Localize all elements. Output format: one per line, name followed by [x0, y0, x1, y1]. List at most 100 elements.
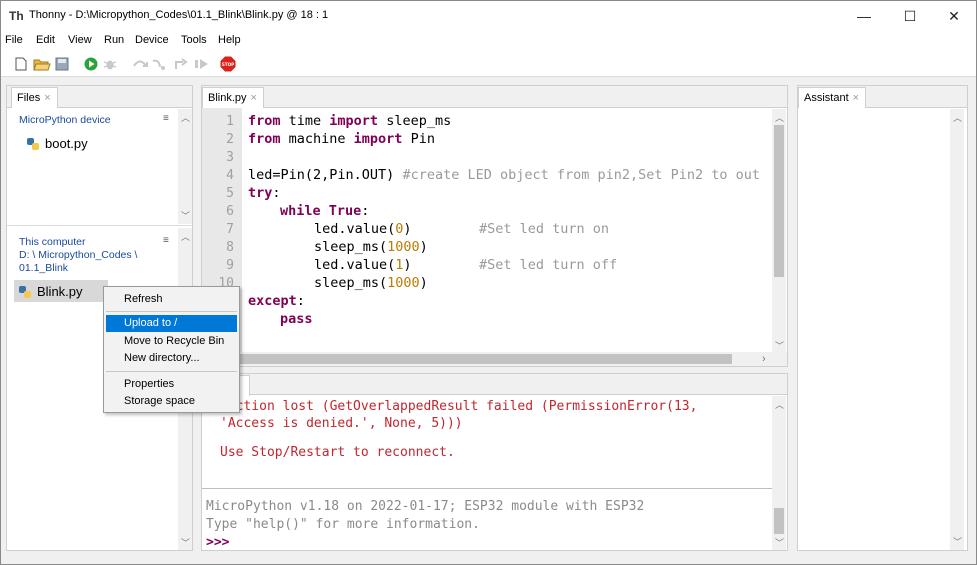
keyword: from: [248, 113, 281, 129]
editor-panel: Blink.py × 1 2 3 4 5 6 7 8 9 10 from time…: [201, 85, 788, 367]
menu-item-new-directory[interactable]: New directory...: [106, 350, 237, 367]
menu-item-upload[interactable]: Upload to /: [106, 315, 237, 332]
code-text: :: [361, 203, 370, 219]
code-line-9: led.value(1): [314, 257, 412, 273]
close-window-button[interactable]: ✕: [931, 1, 977, 31]
device-scrollbar[interactable]: ︿ ﹀: [178, 109, 192, 224]
menu-separator: [106, 311, 237, 312]
new-file-icon[interactable]: [14, 57, 28, 71]
code-line-8: sleep_ms(1000): [314, 239, 428, 255]
menu-item-storage-space[interactable]: Storage space: [106, 393, 237, 410]
save-icon[interactable]: [55, 57, 69, 71]
menu-edit[interactable]: Edit: [36, 34, 55, 46]
code-comment: #create LED object from pin2,Set Pin2 to…: [402, 167, 761, 183]
device-section-menu-icon[interactable]: ≡: [163, 113, 169, 124]
code-text: :: [272, 185, 281, 201]
files-tabstrip: Files ×: [7, 86, 192, 108]
shell-panel: nection lost (GetOverlappedResult failed…: [201, 373, 788, 551]
code-number: 1000: [387, 239, 420, 255]
tab-files[interactable]: Files ×: [11, 87, 58, 108]
code-line-10: sleep_ms(1000): [314, 275, 428, 291]
tab-blink-py-label: Blink.py: [208, 92, 247, 104]
keyword: while True: [280, 203, 362, 219]
computer-section-title: This computer: [19, 236, 86, 248]
keyword: except: [248, 293, 297, 309]
menu-file[interactable]: File: [5, 34, 23, 46]
step-into-icon[interactable]: [151, 57, 167, 71]
scroll-thumb[interactable]: [774, 508, 784, 534]
maximize-button[interactable]: ☐: [887, 1, 933, 31]
line-number: 1: [226, 114, 234, 129]
open-folder-icon[interactable]: [33, 57, 51, 71]
code-comment: #Set led turn off: [479, 257, 618, 273]
step-out-icon[interactable]: [173, 57, 189, 71]
keyword: pass: [280, 311, 313, 327]
minimize-button[interactable]: —: [841, 1, 887, 31]
scroll-thumb[interactable]: [774, 125, 784, 277]
shell-divider: [202, 488, 772, 489]
code-line-5: try:: [248, 185, 281, 201]
section-divider: [7, 225, 192, 226]
menu-tools[interactable]: Tools: [181, 34, 207, 46]
scroll-up-icon: ︿: [953, 113, 963, 123]
assistant-panel: Assistant × ︿ ﹀: [797, 85, 968, 551]
line-number: 5: [226, 186, 234, 201]
shell-error-line: nection lost (GetOverlappedResult failed…: [220, 399, 698, 414]
scroll-up-icon: ︿: [775, 400, 785, 410]
scroll-down-icon: ﹀: [775, 538, 785, 548]
menu-run[interactable]: Run: [104, 34, 124, 46]
device-file-row[interactable]: boot.py: [27, 136, 88, 151]
code-text: ): [403, 221, 412, 237]
shell-scrollbar[interactable]: ︿ ﹀: [772, 396, 786, 550]
computer-file-row[interactable]: Blink.py: [19, 284, 83, 299]
window-title: Thonny - D:\Micropython_Codes\01.1_Blink…: [29, 9, 329, 21]
code-line-7: led.value(0): [314, 221, 412, 237]
tab-files-close-icon[interactable]: ×: [44, 92, 50, 104]
menu-item-refresh[interactable]: Refresh: [106, 291, 237, 308]
python-file-icon: [27, 137, 39, 150]
scroll-up-icon: ︿: [181, 232, 191, 242]
scroll-down-icon: ﹀: [181, 538, 191, 548]
resume-icon[interactable]: [194, 57, 210, 71]
scroll-thumb[interactable]: [202, 354, 732, 364]
editor-vertical-scrollbar[interactable]: ︿ ﹀: [772, 109, 786, 355]
debug-icon[interactable]: [103, 57, 117, 71]
menu-view[interactable]: View: [68, 34, 92, 46]
tab-blink-py[interactable]: Blink.py ×: [202, 87, 264, 108]
editor-tabstrip: Blink.py ×: [202, 86, 787, 108]
code-text: ): [419, 275, 428, 291]
toolbar: STOP: [1, 51, 976, 77]
menu-bar: File Edit View Run Device Tools Help: [1, 31, 976, 51]
code-text: time: [280, 113, 330, 129]
stop-icon[interactable]: STOP: [220, 56, 236, 72]
line-number: 8: [226, 240, 234, 255]
thonny-window: Th Thonny - D:\Micropython_Codes\01.1_Bl…: [0, 0, 977, 565]
menu-help[interactable]: Help: [218, 34, 241, 46]
menu-device[interactable]: Device: [135, 34, 169, 46]
shell-prompt[interactable]: >>>: [206, 535, 229, 550]
menu-item-properties[interactable]: Properties: [106, 376, 237, 393]
keyword: import: [329, 113, 379, 129]
code-line-6: while True:: [280, 203, 369, 219]
shell-info-line: MicroPython v1.18 on 2022-01-17; ESP32 m…: [206, 499, 645, 514]
code-text: Pin: [402, 131, 435, 147]
computer-section-menu-icon[interactable]: ≡: [163, 235, 169, 246]
shell-tabstrip: [202, 374, 787, 396]
stop-icon-label: STOP: [222, 62, 235, 67]
menu-item-move-to-recycle-bin[interactable]: Move to Recycle Bin: [106, 333, 237, 350]
code-text: led.value(: [314, 257, 396, 273]
device-section-title: MicroPython device: [19, 114, 111, 126]
file-context-menu: Refresh Upload to / Move to Recycle Bin …: [103, 286, 240, 413]
line-number: 2: [226, 132, 234, 147]
scroll-up-icon: ︿: [775, 113, 785, 123]
assistant-scrollbar[interactable]: ︿ ﹀: [950, 109, 964, 550]
editor-horizontal-scrollbar[interactable]: ›: [202, 352, 787, 366]
keyword: try: [248, 185, 273, 201]
tab-assistant-close-icon[interactable]: ×: [853, 92, 859, 104]
step-over-icon[interactable]: [132, 57, 148, 71]
tab-assistant[interactable]: Assistant ×: [798, 87, 867, 108]
run-icon[interactable]: [84, 57, 98, 71]
python-file-icon: [19, 285, 31, 298]
tab-blink-close-icon[interactable]: ×: [251, 92, 257, 104]
code-text: led.value(: [314, 221, 396, 237]
